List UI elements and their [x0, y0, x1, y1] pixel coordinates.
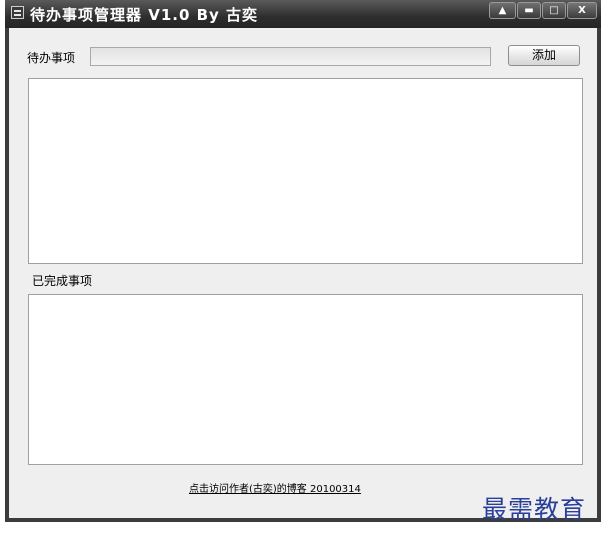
todo-list[interactable]	[28, 78, 583, 264]
system-menu-icon[interactable]	[11, 6, 24, 19]
todo-label: 待办事项	[27, 51, 76, 65]
minimize-button[interactable]: ▬	[517, 2, 541, 19]
watermark-text: 最需教育	[482, 495, 587, 524]
scroll-up-button[interactable]: ▲	[489, 2, 516, 19]
add-button[interactable]: 添加	[508, 45, 580, 66]
client-area: 待办事项 添加 已完成事项 点击访问作者(古奕)的博客 20100314	[9, 28, 597, 518]
author-blog-link[interactable]: 点击访问作者(古奕)的博客 20100314	[189, 480, 361, 495]
completed-label: 已完成事项	[32, 274, 93, 288]
completed-list[interactable]	[28, 294, 583, 465]
todo-input[interactable]	[90, 47, 491, 66]
title-bar[interactable]: 待办事项管理器 V1.0 By 古奕 ▲ ▬ □ X	[5, 0, 601, 28]
close-button[interactable]: X	[567, 2, 597, 19]
window-title: 待办事项管理器 V1.0 By 古奕	[30, 6, 259, 24]
maximize-button[interactable]: □	[542, 2, 566, 19]
app-window: 待办事项管理器 V1.0 By 古奕 ▲ ▬ □ X 待办事项 添加 已完成事项…	[5, 0, 601, 522]
